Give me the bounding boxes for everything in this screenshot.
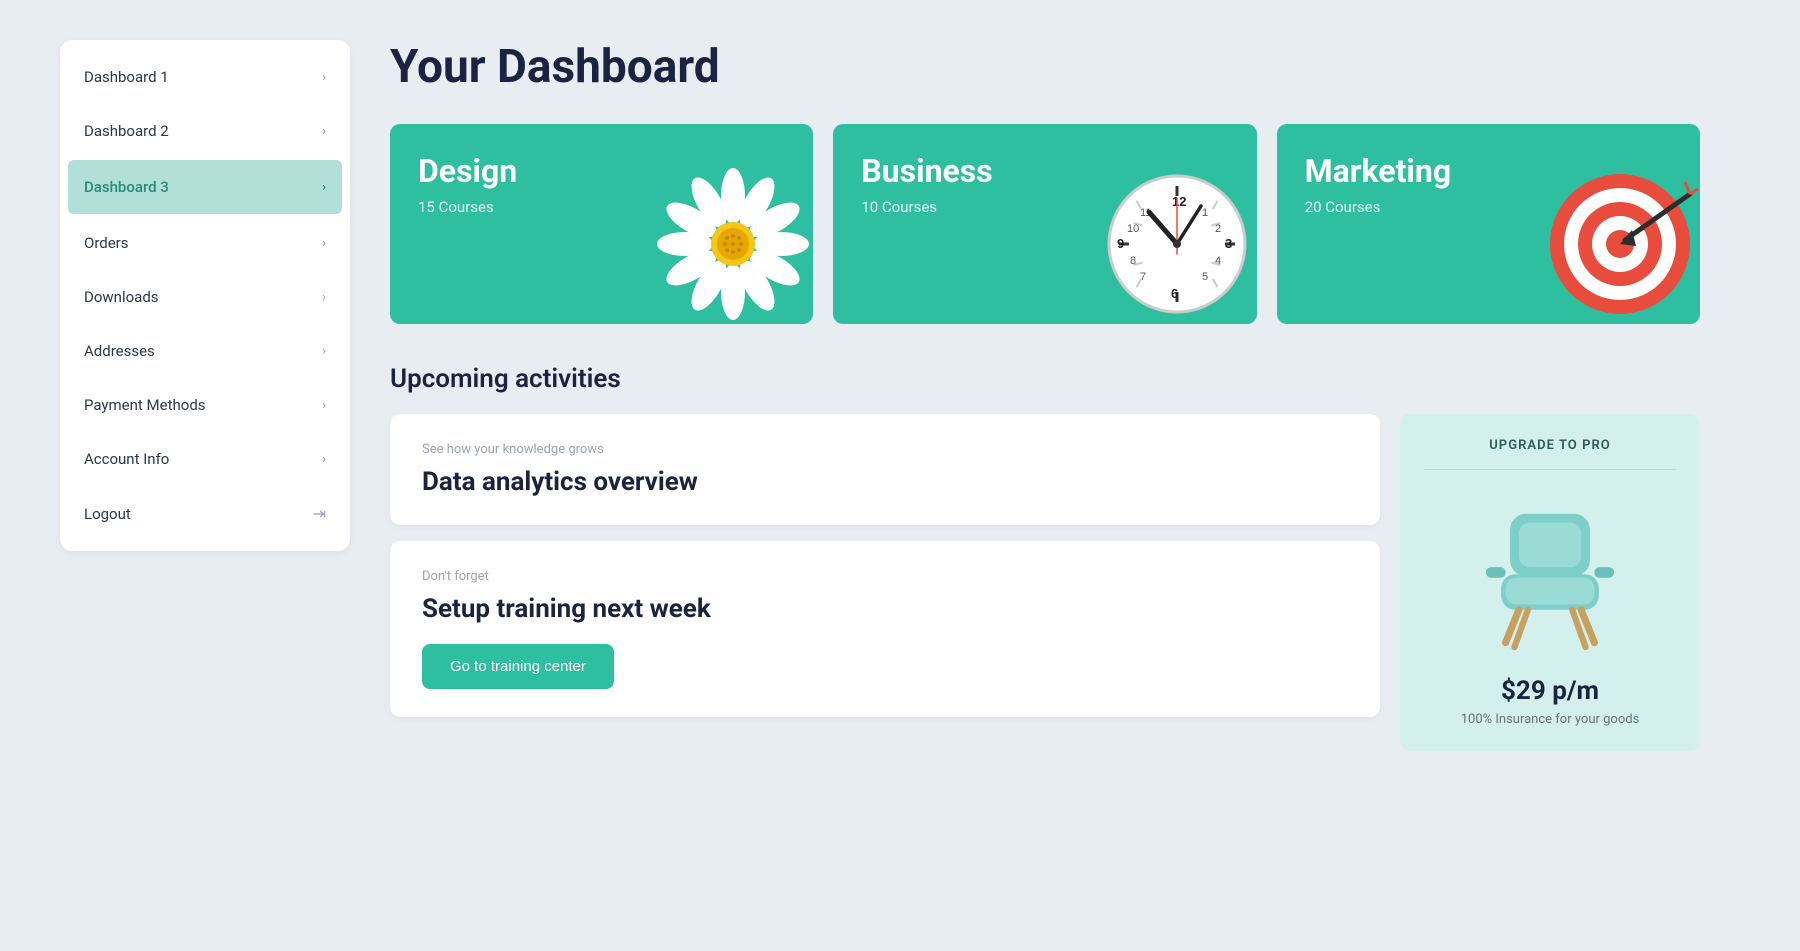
sidebar-item-account-info[interactable]: Account Info › [60, 432, 350, 486]
chevron-right-icon: › [322, 180, 326, 195]
svg-text:3: 3 [1225, 236, 1232, 251]
sidebar-item-label: Account Info [84, 450, 169, 468]
activity-title-1: Data analytics overview [422, 467, 1348, 497]
design-card-image [653, 164, 813, 324]
sidebar-item-logout[interactable]: Logout ⇥ [60, 486, 350, 541]
svg-text:12: 12 [1172, 194, 1186, 209]
sidebar-item-addresses[interactable]: Addresses › [60, 324, 350, 378]
activities-col: See how your knowledge grows Data analyt… [390, 414, 1380, 751]
svg-text:9: 9 [1117, 236, 1124, 251]
activity-label-1: See how your knowledge grows [422, 442, 1348, 457]
upgrade-divider [1424, 469, 1676, 470]
activity-label-2: Don't forget [422, 569, 1348, 584]
sidebar-item-dashboard-3[interactable]: Dashboard 3 › [68, 160, 342, 214]
sidebar-item-label: Dashboard 2 [84, 122, 169, 140]
chair-image [1460, 496, 1640, 656]
upgrade-price: $29 p/m [1501, 676, 1599, 706]
activities-layout: See how your knowledge grows Data analyt… [390, 414, 1700, 751]
svg-text:2: 2 [1215, 223, 1221, 235]
page-title: Your Dashboard [390, 40, 1700, 94]
upcoming-section-title: Upcoming activities [390, 364, 1700, 394]
chevron-right-icon: › [322, 452, 326, 467]
sidebar-item-label: Downloads [84, 288, 159, 306]
sidebar: Dashboard 1 › Dashboard 2 › Dashboard 3 … [60, 40, 350, 551]
chevron-right-icon: › [322, 124, 326, 139]
sidebar-item-orders[interactable]: Orders › [60, 216, 350, 270]
sidebar-item-label: Addresses [84, 342, 155, 360]
sidebar-item-dashboard-1[interactable]: Dashboard 1 › [60, 50, 350, 104]
svg-text:6: 6 [1171, 286, 1178, 301]
chevron-right-icon: › [322, 70, 326, 85]
category-card-marketing[interactable]: Marketing 20 Courses [1277, 124, 1700, 324]
activity-card-1: See how your knowledge grows Data analyt… [390, 414, 1380, 525]
sidebar-item-label: Dashboard 1 [84, 68, 169, 86]
sidebar-item-payment-methods[interactable]: Payment Methods › [60, 378, 350, 432]
svg-text:10: 10 [1127, 223, 1139, 235]
chevron-right-icon: › [322, 236, 326, 251]
sidebar-item-label: Payment Methods [84, 396, 206, 414]
upgrade-description: 100% Insurance for your goods [1461, 712, 1640, 727]
svg-text:1: 1 [1202, 207, 1208, 219]
category-card-design[interactable]: Design 15 Courses [390, 124, 813, 324]
sidebar-item-dashboard-2[interactable]: Dashboard 2 › [60, 104, 350, 158]
svg-text:7: 7 [1140, 271, 1146, 283]
main-content: Your Dashboard Design 15 Courses [350, 40, 1740, 911]
activity-title-2: Setup training next week [422, 594, 1348, 624]
marketing-card-image [1540, 164, 1700, 324]
upgrade-card[interactable]: UPGRADE TO PRO [1400, 414, 1700, 751]
go-to-training-button[interactable]: Go to training center [422, 644, 614, 689]
chevron-right-icon: › [322, 290, 326, 305]
category-cards-section: Design 15 Courses [390, 124, 1700, 324]
activity-card-2: Don't forget Setup training next week Go… [390, 541, 1380, 717]
sidebar-item-downloads[interactable]: Downloads › [60, 270, 350, 324]
business-card-image: 12 3 6 9 1 2 4 5 11 10 8 7 [1097, 164, 1257, 324]
sidebar-item-label: Logout [84, 505, 131, 523]
category-card-business[interactable]: Business 10 Courses [833, 124, 1256, 324]
upgrade-label: UPGRADE TO PRO [1489, 438, 1611, 453]
sidebar-item-label: Dashboard 3 [84, 178, 169, 196]
sidebar-item-label: Orders [84, 234, 129, 252]
svg-text:8: 8 [1130, 255, 1136, 267]
svg-text:4: 4 [1215, 255, 1221, 267]
svg-text:5: 5 [1202, 271, 1208, 283]
logout-icon: ⇥ [313, 504, 326, 523]
chevron-right-icon: › [322, 398, 326, 413]
chevron-right-icon: › [322, 344, 326, 359]
